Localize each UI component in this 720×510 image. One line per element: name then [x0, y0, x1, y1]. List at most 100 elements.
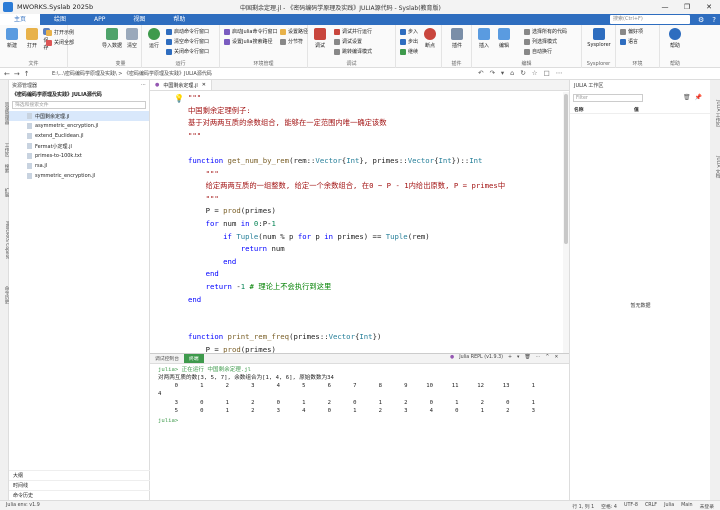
- section-break-button[interactable]: 分节符: [280, 38, 303, 45]
- column-select-button[interactable]: 列选择模式: [524, 38, 557, 45]
- workspace-filter-input[interactable]: Filter: [573, 93, 643, 102]
- maximize-panel-icon[interactable]: ^: [545, 355, 549, 360]
- open-example-button[interactable]: 打开示例: [46, 29, 74, 36]
- tab-julia-docs[interactable]: JULIA 文档: [710, 142, 720, 192]
- trash-icon[interactable]: 🗑: [524, 355, 530, 360]
- close-cmd-window-button[interactable]: 关闭命令行窗口: [166, 48, 209, 55]
- history-section[interactable]: 命令历史: [9, 490, 150, 500]
- line-ending[interactable]: CRLF: [645, 503, 657, 510]
- maximize-button[interactable]: ❐: [676, 0, 698, 14]
- indent-setting[interactable]: 空格: 4: [601, 503, 617, 510]
- jump-compile-button[interactable]: 跳转编译模式: [334, 48, 372, 55]
- up-folder-icon[interactable]: ↑: [24, 70, 30, 78]
- redo-icon[interactable]: ↷: [489, 69, 494, 77]
- start-cmd-window-button[interactable]: 启动命令行窗口: [166, 28, 209, 35]
- home-icon[interactable]: ⌂: [510, 69, 514, 77]
- help-button[interactable]: 帮助: [665, 28, 685, 49]
- explorer-more-icon[interactable]: ⋯: [141, 82, 146, 88]
- delete-icon[interactable]: 🗑: [683, 94, 691, 101]
- breakpoint-button[interactable]: 断点: [420, 28, 440, 49]
- language-mode[interactable]: Julia: [664, 503, 674, 510]
- close-tab-icon[interactable]: ✕: [202, 82, 206, 88]
- settings-icon[interactable]: ⚙: [698, 16, 704, 24]
- tab-cmd-history[interactable]: 命令历史: [0, 280, 9, 310]
- tab-search[interactable]: 搜索: [0, 162, 9, 174]
- terminal-prompt[interactable]: julia>: [158, 418, 178, 424]
- preferences-button[interactable]: 偏好项: [620, 28, 643, 35]
- menu-home[interactable]: 主页: [0, 14, 41, 25]
- forward-icon[interactable]: →: [14, 70, 20, 78]
- set-path-button[interactable]: 设置路径: [280, 28, 308, 35]
- debug-button[interactable]: 调试: [310, 28, 330, 49]
- julia-env-status[interactable]: Julia env: v1.9: [6, 503, 40, 508]
- refresh-icon[interactable]: ↻: [520, 69, 525, 77]
- file-item[interactable]: extend_Euclidean.jl: [9, 131, 149, 141]
- encoding[interactable]: UTF-8: [624, 503, 638, 510]
- file-item[interactable]: rsa.jl: [9, 161, 149, 171]
- menu-view[interactable]: 视图: [119, 14, 159, 25]
- continue-button[interactable]: 继续: [400, 48, 418, 55]
- close-button[interactable]: ✕: [698, 0, 720, 14]
- lightbulb-icon[interactable]: 💡: [174, 93, 184, 106]
- file-item[interactable]: 中国剩余定理.jl: [9, 111, 149, 121]
- favorite-icon[interactable]: ☆: [532, 69, 538, 77]
- menu-plot[interactable]: 绘图: [40, 14, 80, 25]
- debug-parallel-button[interactable]: 调试并行运行: [334, 28, 372, 35]
- outline-section[interactable]: 大纲: [9, 470, 150, 480]
- terminal-more-icon[interactable]: ⋯: [536, 355, 541, 360]
- login-status[interactable]: 未登录: [700, 503, 714, 510]
- tab-explorer[interactable]: 资源管理器: [0, 88, 9, 138]
- edit-button[interactable]: 编辑: [494, 28, 514, 49]
- step-out-button[interactable]: 步出: [400, 38, 418, 45]
- split-icon[interactable]: □: [544, 69, 550, 77]
- word-wrap-button[interactable]: 自动换行: [524, 48, 552, 55]
- pin-icon[interactable]: 📌: [695, 94, 702, 101]
- insert-button[interactable]: 插入: [474, 28, 494, 49]
- start-julia-cmd-button[interactable]: 启动Julia命令行窗口: [224, 28, 278, 35]
- tab-copilot[interactable]: MWORKS Copilot: [0, 210, 9, 270]
- new-button[interactable]: 新建: [2, 28, 22, 49]
- clear-button[interactable]: 清空: [122, 28, 142, 49]
- tab-debug-console[interactable]: 调试控制台: [150, 354, 184, 363]
- tab-julia-workspace[interactable]: JULIA 工作区: [710, 88, 720, 138]
- debug-settings-button[interactable]: 调试设置: [334, 38, 362, 45]
- cursor-position[interactable]: 行 1, 列 1: [572, 503, 594, 510]
- tab-workspace[interactable]: 工作区: [0, 140, 9, 160]
- clear-cmd-window-button[interactable]: 清空命令行窗口: [166, 38, 209, 45]
- timeline-section[interactable]: 时间线: [9, 480, 150, 490]
- add-terminal-icon[interactable]: +: [508, 355, 512, 360]
- sysplorer-button[interactable]: Sysplorer: [584, 28, 614, 48]
- repl-selector[interactable]: Julia REPL (v1.9.3): [459, 355, 503, 360]
- menu-help[interactable]: 帮助: [159, 14, 199, 25]
- close-panel-icon[interactable]: ✕: [554, 355, 558, 360]
- plugin-button[interactable]: 插件: [447, 28, 467, 49]
- module-status[interactable]: Main: [681, 503, 692, 510]
- step-in-button[interactable]: 步入: [400, 28, 418, 35]
- import-data-button[interactable]: 导入数据: [102, 28, 122, 49]
- terminal-dropdown-icon[interactable]: ▾: [517, 355, 519, 360]
- close-all-button[interactable]: 关闭全部: [46, 39, 74, 46]
- code-area[interactable]: 💡 """ 中国剩余定理例子: 基于对两两互质的余数组合, 能够在一定范围内唯一确定…: [150, 92, 569, 354]
- editor-tab[interactable]: ● 中国剩余定理.jl ✕: [150, 80, 212, 90]
- file-item[interactable]: asymmetric_encryption.jl: [9, 121, 149, 131]
- more-icon[interactable]: ⋯: [556, 69, 563, 77]
- project-root[interactable]: 《密码编码学原理及实践》JULIA源代码: [9, 90, 149, 99]
- tab-extensions[interactable]: 扩展: [0, 185, 9, 199]
- set-julia-path-button[interactable]: 设置Julia搜索路径: [224, 38, 273, 45]
- language-button[interactable]: 语言: [620, 38, 638, 45]
- back-icon[interactable]: ←: [4, 70, 10, 78]
- file-item[interactable]: Fermat小定理.jl: [9, 141, 149, 151]
- minimize-button[interactable]: —: [654, 0, 676, 14]
- explorer-search-input[interactable]: 筛选和搜索文件: [12, 101, 146, 109]
- select-all-code-button[interactable]: 选择所有的代码: [524, 28, 567, 35]
- dropdown-icon[interactable]: ▾: [501, 69, 504, 77]
- global-search-input[interactable]: 搜索(Ctrl+F): [610, 15, 690, 24]
- terminal-output[interactable]: julia> 正在运行 中国剩余定理.jl 对两两互质的数[3, 5, 7], …: [158, 366, 334, 383]
- undo-icon[interactable]: ↶: [478, 69, 483, 77]
- file-item[interactable]: symmetric_encryption.jl: [9, 171, 149, 181]
- open-button[interactable]: 打开: [22, 28, 42, 49]
- file-item[interactable]: primes-to-100k.txt: [9, 151, 149, 161]
- tab-terminal[interactable]: 终端: [184, 354, 204, 363]
- help-icon[interactable]: ?: [712, 16, 716, 24]
- run-button[interactable]: 运行: [144, 28, 164, 49]
